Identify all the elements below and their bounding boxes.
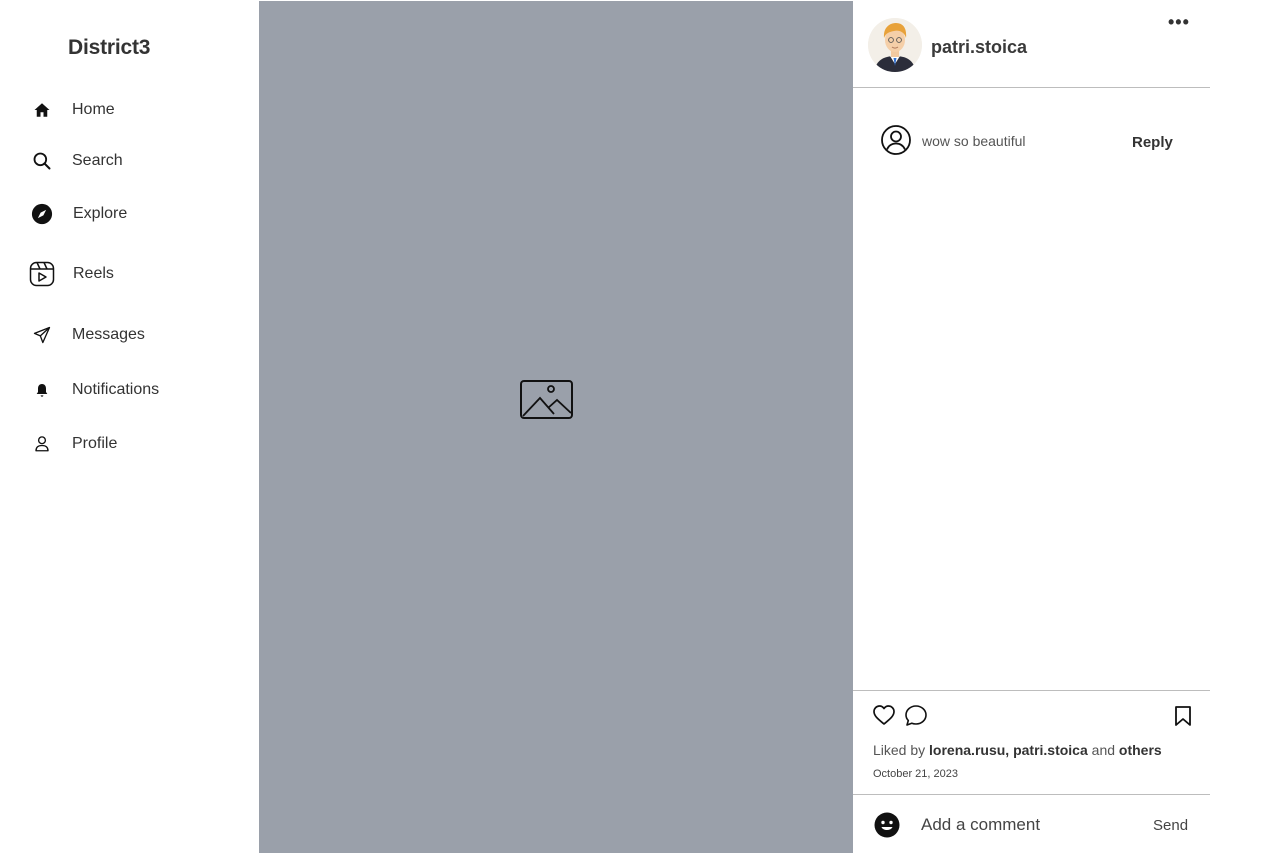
post-media[interactable] <box>259 1 853 853</box>
send-button[interactable]: Send <box>1153 817 1188 834</box>
sidebar-item-label: Explore <box>73 205 128 222</box>
home-icon <box>28 96 56 124</box>
bookmark-icon[interactable] <box>1173 705 1193 732</box>
sidebar-item-profile[interactable]: Profile <box>28 429 117 459</box>
sidebar-item-label: Search <box>72 152 123 169</box>
sidebar: District3 Home Search Explore Reels Mess… <box>0 0 258 861</box>
sidebar-item-label: Notifications <box>72 381 160 398</box>
liked-by-prefix: Liked by <box>873 742 926 758</box>
send-icon <box>28 321 56 349</box>
add-comment-bar: Send <box>853 796 1210 856</box>
post-username[interactable]: patri.stoica <box>931 37 1027 58</box>
sidebar-item-home[interactable]: Home <box>28 95 115 125</box>
sidebar-item-search[interactable]: Search <box>28 146 123 176</box>
bell-icon <box>28 376 56 404</box>
search-icon <box>28 147 56 175</box>
brand-logo[interactable]: District3 <box>68 36 150 60</box>
sidebar-item-label: Profile <box>72 435 118 452</box>
compass-icon <box>28 200 56 228</box>
user-circle-icon <box>880 124 912 161</box>
comment-icon[interactable] <box>904 704 928 732</box>
sidebar-item-label: Reels <box>73 265 114 282</box>
post-header: patri.stoica ••• <box>853 0 1210 88</box>
more-options-button[interactable]: ••• <box>1168 12 1190 33</box>
emoji-icon[interactable] <box>874 812 900 843</box>
comment-input[interactable] <box>921 812 1131 838</box>
liked-and: and <box>1091 742 1116 758</box>
sidebar-item-notifications[interactable]: Notifications <box>28 375 159 405</box>
sidebar-item-explore[interactable]: Explore <box>28 199 127 229</box>
reply-button[interactable]: Reply <box>1132 134 1173 151</box>
sidebar-item-messages[interactable]: Messages <box>28 320 145 350</box>
sidebar-item-reels[interactable]: Reels <box>28 259 114 289</box>
post-actions: Liked by lorena.rusu, patri.stoica and o… <box>853 690 1210 795</box>
comment-item: wow so beautiful Reply <box>880 124 1190 160</box>
likes-summary: Liked by lorena.rusu, patri.stoica and o… <box>873 742 1162 758</box>
heart-icon[interactable] <box>872 704 896 731</box>
reels-icon <box>28 260 56 288</box>
liked-users[interactable]: lorena.rusu, patri.stoica <box>929 742 1088 758</box>
image-placeholder-icon <box>520 380 573 425</box>
user-icon <box>28 430 56 458</box>
sidebar-item-label: Home <box>72 101 115 118</box>
liked-others[interactable]: others <box>1119 742 1162 758</box>
sidebar-item-label: Messages <box>72 326 145 343</box>
comment-text: wow so beautiful <box>922 133 1026 149</box>
post-date: October 21, 2023 <box>873 768 959 780</box>
post-panel: patri.stoica ••• wow so beautiful Reply … <box>853 0 1210 861</box>
avatar[interactable] <box>868 18 922 72</box>
